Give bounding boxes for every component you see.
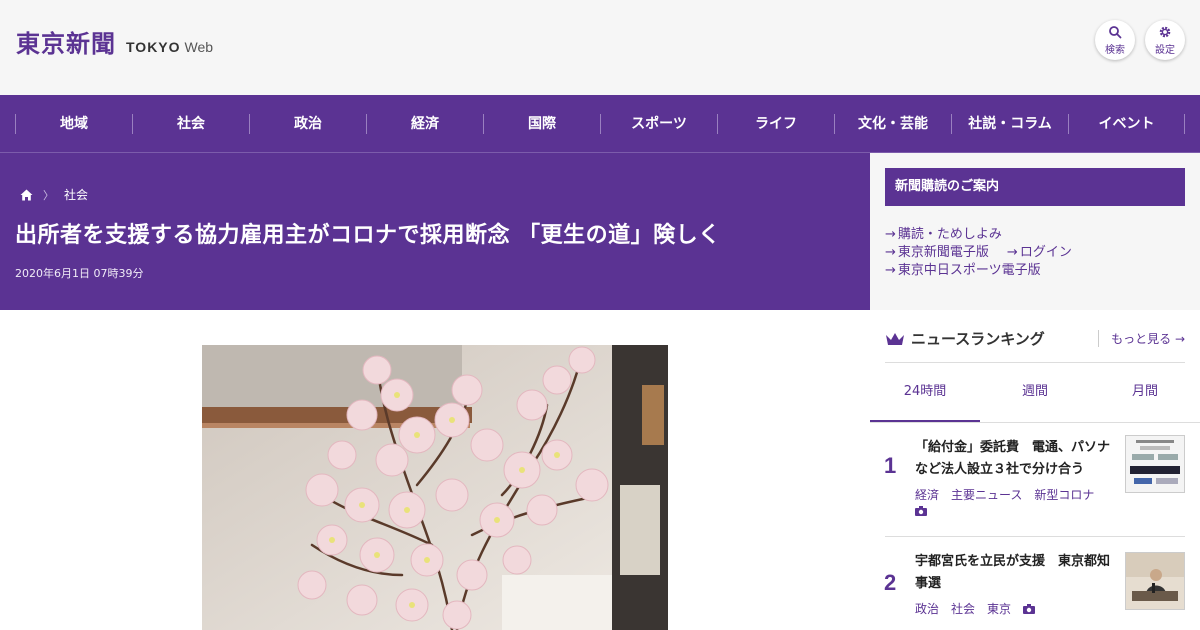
site-header: 東京新聞 TOKYO Web 検索 設定 bbox=[0, 0, 1200, 95]
article-body bbox=[0, 310, 870, 630]
rank-tags: 政治 社会 東京 bbox=[915, 600, 1036, 617]
nav-item-kokusai[interactable]: 国際 bbox=[483, 113, 600, 134]
article-title: 出所者を支援する協力雇用主がコロナで採用断念 「更生の道」険しく bbox=[15, 223, 721, 248]
ranking-tabs: 24時間 週間 月間 bbox=[870, 363, 1200, 423]
nav-item-editorial[interactable]: 社説・コラム bbox=[951, 113, 1068, 134]
arrow-right-icon: → bbox=[1006, 245, 1018, 260]
logo-web: Web bbox=[184, 39, 214, 55]
trial-link[interactable]: 購読・ためしよみ bbox=[898, 226, 1002, 244]
rank-tags: 経済 主要ニュース 新型コロナ bbox=[915, 486, 1106, 503]
search-icon bbox=[1109, 25, 1122, 38]
site-logo[interactable]: 東京新聞 TOKYO Web bbox=[16, 24, 213, 59]
settings-label: 設定 bbox=[1155, 44, 1175, 56]
breadcrumb-section-link[interactable]: 社会 bbox=[64, 186, 88, 203]
ranking-title: ニュースランキング bbox=[911, 330, 1045, 348]
sports-e-paper-link[interactable]: 東京中日スポーツ電子版 bbox=[898, 262, 1041, 280]
breadcrumb: 〉 社会 bbox=[20, 186, 88, 203]
subscribe-links: → 購読・ためしよみ → 東京新聞電子版 → ログイン → 東京中日スポーツ電子版 bbox=[885, 226, 1072, 280]
divider bbox=[885, 536, 1185, 537]
ranking-item[interactable]: 1 「給付金」委託費 電通、パソナなど法人設立３社で分け合う 経済 主要ニュース… bbox=[870, 433, 1200, 533]
search-label: 検索 bbox=[1105, 44, 1125, 56]
cherry-blossom-image bbox=[202, 345, 668, 630]
crown-icon bbox=[886, 332, 904, 345]
logo-latin: TOKYO Web bbox=[126, 39, 213, 55]
settings-button[interactable]: 設定 bbox=[1145, 20, 1185, 60]
nav-item-event[interactable]: イベント bbox=[1068, 113, 1185, 134]
nav-item-keizai[interactable]: 経済 bbox=[366, 113, 483, 134]
ranking-header: ニュースランキング もっと見る → bbox=[885, 328, 1185, 349]
arrow-right-icon: → bbox=[885, 227, 896, 242]
gear-icon bbox=[1159, 26, 1171, 37]
tag-link[interactable]: 経済 bbox=[915, 486, 939, 503]
nav-item-culture[interactable]: 文化・芸能 bbox=[834, 113, 951, 134]
nav-list: 地域 社会 政治 経済 国際 スポーツ ライフ 文化・芸能 社説・コラム イベン… bbox=[0, 95, 1200, 152]
logo-kanji: 東京新聞 bbox=[16, 29, 116, 58]
document-thumbnail-image bbox=[1126, 436, 1184, 492]
tag-link[interactable]: 主要ニュース bbox=[951, 486, 1022, 503]
nav-item-shakai[interactable]: 社会 bbox=[132, 113, 249, 134]
tab-24h[interactable]: 24時間 bbox=[870, 363, 980, 422]
article-header: 〉 社会 出所者を支援する協力雇用主がコロナで採用断念 「更生の道」険しく 20… bbox=[0, 153, 870, 310]
subscribe-heading: 新聞購読のご案内 bbox=[885, 168, 1185, 206]
chevron-right-icon: 〉 bbox=[43, 188, 54, 202]
arrow-right-icon: → bbox=[1174, 332, 1185, 346]
tag-link[interactable]: 新型コロナ bbox=[1034, 486, 1094, 503]
camera-icon bbox=[915, 506, 927, 516]
home-icon[interactable] bbox=[20, 189, 33, 201]
logo-tokyo: TOKYO bbox=[126, 39, 181, 55]
nav-item-seiji[interactable]: 政治 bbox=[249, 113, 366, 134]
rank-thumbnail[interactable] bbox=[1125, 435, 1185, 493]
camera-icon bbox=[1023, 603, 1036, 614]
sidebar: 新聞購読のご案内 → 購読・ためしよみ → 東京新聞電子版 → ログイン → 東京中日スポ… bbox=[870, 153, 1200, 630]
tab-weekly[interactable]: 週間 bbox=[980, 363, 1090, 422]
article-date: 2020年6月1日 07時39分 bbox=[15, 267, 144, 280]
nav-item-life[interactable]: ライフ bbox=[717, 113, 834, 134]
rank-number: 1 bbox=[884, 453, 897, 478]
rank-headline[interactable]: 宇都宮氏を立民が支援 東京都知事選 bbox=[915, 551, 1115, 595]
rank-thumbnail[interactable] bbox=[1125, 552, 1185, 610]
nav-item-chiiki[interactable]: 地域 bbox=[15, 113, 132, 134]
rank-number: 2 bbox=[884, 570, 897, 595]
ranking-item[interactable]: 2 宇都宮氏を立民が支援 東京都知事選 政治 社会 東京 bbox=[870, 550, 1200, 630]
login-link[interactable]: ログイン bbox=[1020, 244, 1072, 262]
global-nav: 地域 社会 政治 経済 国際 スポーツ ライフ 文化・芸能 社説・コラム イベン… bbox=[0, 95, 1200, 153]
press-conference-thumbnail-image bbox=[1126, 553, 1184, 609]
article-photo bbox=[202, 345, 668, 630]
arrow-right-icon: → bbox=[885, 263, 896, 278]
arrow-right-icon: → bbox=[885, 245, 896, 260]
news-ranking: ニュースランキング もっと見る → 24時間 週間 月間 1 「給付金」委託費 … bbox=[870, 310, 1200, 630]
nav-item-sports[interactable]: スポーツ bbox=[600, 113, 717, 134]
ranking-more-link[interactable]: もっと見る → bbox=[1098, 330, 1185, 347]
ranking-more-label: もっと見る bbox=[1111, 332, 1172, 346]
tag-link[interactable]: 東京 bbox=[987, 600, 1011, 617]
tag-link[interactable]: 政治 bbox=[915, 600, 939, 617]
tag-link[interactable]: 社会 bbox=[951, 600, 975, 617]
rank-headline[interactable]: 「給付金」委託費 電通、パソナなど法人設立３社で分け合う bbox=[915, 437, 1115, 481]
tab-monthly[interactable]: 月間 bbox=[1090, 363, 1200, 422]
search-button[interactable]: 検索 bbox=[1095, 20, 1135, 60]
e-paper-link[interactable]: 東京新聞電子版 bbox=[898, 244, 989, 262]
